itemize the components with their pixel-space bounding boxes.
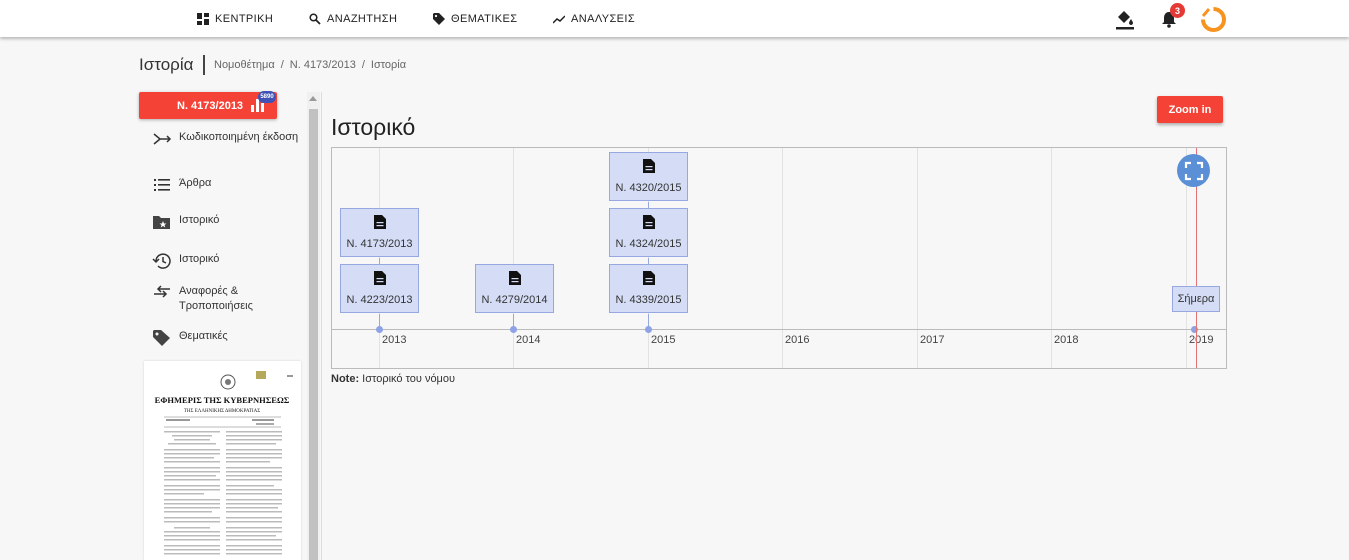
- section-title: Ιστορικό: [331, 114, 416, 140]
- views-count-badge: 5890: [258, 91, 276, 103]
- tag-icon: [433, 13, 445, 25]
- event-dot: [645, 326, 652, 333]
- breadcrumb-item-legislation[interactable]: Νομοθέτημα: [214, 59, 275, 71]
- year-label: 2016: [785, 334, 810, 346]
- event-label: Ν. 4223/2013: [346, 294, 413, 306]
- year-label: 2019: [1189, 334, 1214, 346]
- grid-line: [513, 148, 514, 368]
- sidebar-item-history[interactable]: Ιστορικό: [139, 252, 299, 270]
- document-preview[interactable]: ΕΦΗΜΕΡΙΣ ΤΗΣ ΚΥΒΕΡΝΗΣΕΩΣ ΤΗΣ ΕΛΛΗΝΙΚΗΣ Δ…: [144, 361, 301, 560]
- document-icon: [373, 215, 386, 229]
- page-title: Ιστορία: [139, 55, 194, 74]
- event-label: Ν. 4279/2014: [481, 294, 548, 306]
- history-icon: [152, 253, 171, 269]
- grid-line: [917, 148, 918, 368]
- timeline-event[interactable]: Ν. 4223/2013: [340, 264, 419, 313]
- breadcrumb-item-law[interactable]: Ν. 4173/2013: [290, 59, 356, 71]
- title-divider: [203, 55, 205, 75]
- sidebar-item-label: Ιστορικό: [179, 214, 220, 226]
- timeline-event[interactable]: Ν. 4339/2015: [609, 264, 688, 313]
- sidebar-item-codified[interactable]: Κωδικοποιημένη έκδοση: [139, 130, 299, 148]
- gazette-page-image: ΕΦΗΜΕΡΙΣ ΤΗΣ ΚΥΒΕΡΝΗΣΕΩΣ ΤΗΣ ΕΛΛΗΝΙΚΗΣ Δ…: [155, 371, 293, 555]
- merge-icon: [153, 133, 172, 145]
- fit-screen-icon: [1184, 161, 1203, 180]
- trending-icon: [553, 15, 565, 24]
- event-label: Ν. 4320/2015: [615, 182, 682, 194]
- today-marker[interactable]: Σήμερα: [1172, 286, 1220, 312]
- nav-analytics[interactable]: ΑΝΑΛΥΣΕΙΣ: [553, 11, 635, 27]
- paint-bucket-icon[interactable]: [1114, 8, 1136, 30]
- document-icon: [642, 159, 655, 173]
- document-icon: [373, 271, 386, 285]
- note-text: Ιστορικό του νόμου: [362, 373, 456, 385]
- timeline-note: Note: Ιστορικό του νόμου: [331, 373, 455, 385]
- nav-search-label: ΑΝΑΖΗΤΗΣΗ: [327, 13, 398, 25]
- breadcrumb-separator: /: [280, 59, 284, 71]
- doc-preview-title: ΕΦΗΜΕΡΙΣ ΤΗΣ ΚΥΒΕΡΝΗΣΕΩΣ: [155, 395, 290, 405]
- event-label: Ν. 4339/2015: [615, 294, 682, 306]
- timeline-event[interactable]: Ν. 4320/2015: [609, 152, 688, 201]
- event-label: Ν. 4324/2015: [615, 238, 682, 250]
- nav-search[interactable]: ΑΝΑΖΗΤΗΣΗ: [309, 11, 397, 27]
- note-label: Note:: [331, 373, 360, 385]
- nav-topics[interactable]: ΘΕΜΑΤΙΚΕΣ: [433, 11, 517, 27]
- doc-preview-subtitle: ΤΗΣ ΕΛΛΗΝΙΚΗΣ ΔΗΜΟΚΡΑΤΙΑΣ: [184, 409, 260, 414]
- sidebar-item-label: Θεματικές: [179, 330, 228, 342]
- tag-icon: [153, 330, 170, 346]
- timeline-event[interactable]: Ν. 4279/2014: [475, 264, 554, 313]
- swap-icon: [154, 285, 170, 298]
- list-icon: [154, 179, 170, 191]
- sidebar-item-articles[interactable]: Άρθρα: [139, 176, 299, 194]
- sidebar-item-topics[interactable]: Θεματικές: [139, 329, 299, 347]
- year-label: 2017: [920, 334, 945, 346]
- sidebar-item-history-folder[interactable]: Ιστορικό: [139, 213, 299, 231]
- timeline-axis: [332, 329, 1226, 330]
- nav-analytics-label: ΑΝΑΛΥΣΕΙΣ: [571, 13, 636, 25]
- top-navbar: ΚΕΝΤΡΙΚΗ ΑΝΑΖΗΤΗΣΗ ΘΕΜΑΤΙΚΕΣ ΑΝΑΛΥΣΕΙΣ 3: [0, 0, 1349, 37]
- sidebar-scroll-thumb[interactable]: [309, 109, 318, 560]
- event-label: Ν. 4173/2013: [346, 238, 413, 250]
- sidebar-item-label: Ιστορικό: [179, 253, 220, 265]
- notification-badge: 3: [1170, 3, 1185, 18]
- year-label: 2015: [651, 334, 676, 346]
- sidebar-item-label: Άρθρα: [179, 177, 212, 189]
- document-icon: [642, 271, 655, 285]
- year-label: 2014: [516, 334, 541, 346]
- scroll-up-arrow-icon[interactable]: [309, 96, 317, 101]
- fit-timeline-button[interactable]: [1177, 154, 1210, 187]
- sidebar-item-label: Κωδικοποιημένη έκδοση: [179, 131, 299, 143]
- zoom-in-button[interactable]: Zoom in: [1157, 96, 1223, 123]
- document-icon: [642, 215, 655, 229]
- breadcrumb-separator: /: [361, 59, 365, 71]
- sidebar-item-references[interactable]: Αναφορές & Τροποποιήσεις: [139, 284, 299, 314]
- panel-divider: [321, 92, 322, 560]
- law-button[interactable]: Ν. 4173/2013: [139, 92, 277, 119]
- document-icon: [508, 271, 521, 285]
- year-label: 2013: [382, 334, 407, 346]
- dashboard-icon: [197, 13, 209, 25]
- nav-topics-label: ΘΕΜΑΤΙΚΕΣ: [451, 13, 518, 25]
- sidebar: Ν. 4173/2013 Κωδικοποιημένη έκδοση Άρθρα…: [139, 92, 307, 560]
- app-logo-icon[interactable]: [1201, 7, 1226, 32]
- history-timeline[interactable]: 2013 2014 2015 2016 2017 2018 2019 Ν. 41…: [331, 147, 1227, 369]
- folder-star-icon: [153, 216, 170, 229]
- event-dot: [510, 326, 517, 333]
- grid-line: [1051, 148, 1052, 368]
- nav-home-label: ΚΕΝΤΡΙΚΗ: [215, 13, 274, 25]
- grid-line: [782, 148, 783, 368]
- timeline-event[interactable]: Ν. 4324/2015: [609, 208, 688, 257]
- event-dot: [376, 326, 383, 333]
- breadcrumb-item-history: Ιστορία: [370, 59, 407, 71]
- nav-home[interactable]: ΚΕΝΤΡΙΚΗ: [197, 11, 273, 27]
- year-label: 2018: [1054, 334, 1079, 346]
- sidebar-item-label: Αναφορές & Τροποποιήσεις: [179, 285, 253, 312]
- breadcrumb: Νομοθέτημα / Ν. 4173/2013 / Ιστορία: [214, 59, 406, 71]
- timeline-event[interactable]: Ν. 4173/2013: [340, 208, 419, 257]
- law-button-label: Ν. 4173/2013: [177, 99, 244, 112]
- search-icon: [309, 13, 321, 25]
